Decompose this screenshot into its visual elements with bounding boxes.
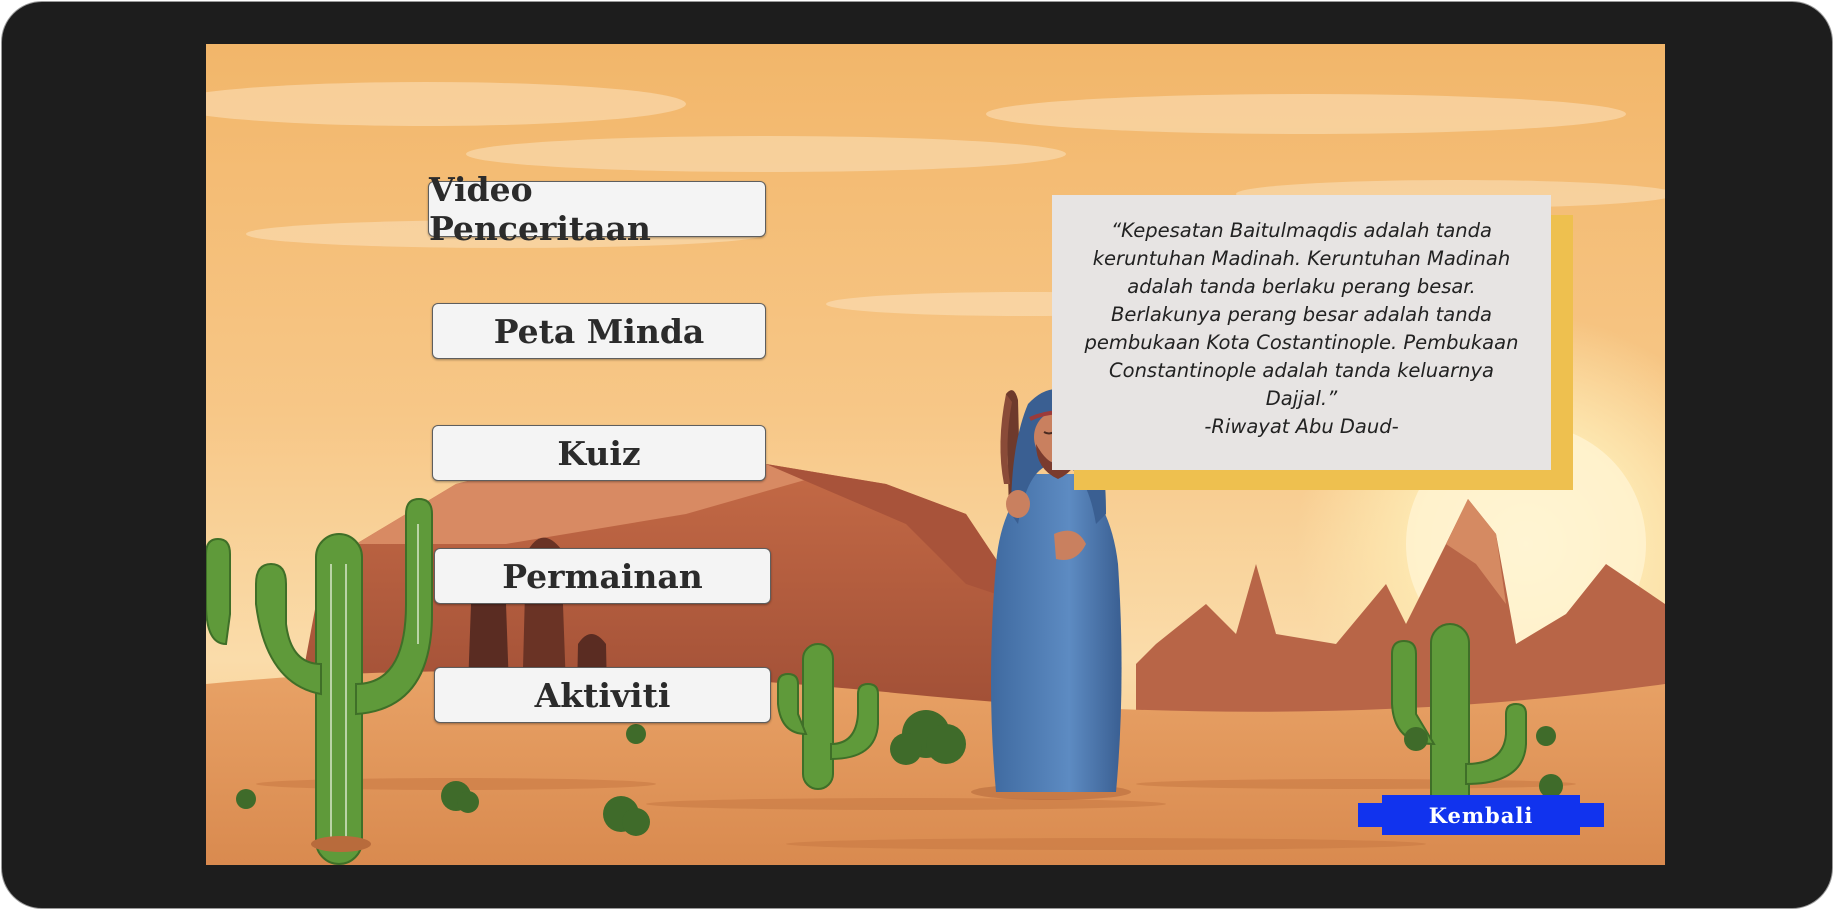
peta-minda-button[interactable]: Peta Minda <box>432 303 766 359</box>
hadith-quote-card: “Kepesatan Baitulmaqdis adalah tanda ker… <box>1052 195 1551 470</box>
quote-line: adalah tanda berlaku perang besar. <box>1127 275 1476 298</box>
quote-source: -Riwayat Abu Daud- <box>1204 415 1399 438</box>
quote-line: Constantinople adalah tanda keluarnya <box>1109 359 1494 382</box>
kembali-button[interactable]: Kembali <box>1358 795 1604 835</box>
aktiviti-button[interactable]: Aktiviti <box>434 667 771 723</box>
video-penceritaan-button[interactable]: Video Penceritaan <box>428 170 766 248</box>
device-frame: Video Penceritaan Peta Minda Kuiz Permai… <box>2 2 1832 908</box>
permainan-button[interactable]: Permainan <box>434 548 771 604</box>
game-screen: Video Penceritaan Peta Minda Kuiz Permai… <box>206 44 1665 865</box>
quote-line: “Kepesatan Baitulmaqdis adalah tanda <box>1111 219 1492 242</box>
kuiz-button[interactable]: Kuiz <box>432 425 766 481</box>
quote-line: Dajjal.” <box>1265 387 1338 410</box>
kembali-label: Kembali <box>1428 802 1534 828</box>
quote-line: keruntuhan Madinah. Keruntuhan Madinah <box>1092 247 1511 270</box>
quote-line: pembukaan Kota Costantinople. Pembukaan <box>1084 331 1519 354</box>
quote-line: Berlakunya perang besar adalah tanda <box>1111 303 1492 326</box>
